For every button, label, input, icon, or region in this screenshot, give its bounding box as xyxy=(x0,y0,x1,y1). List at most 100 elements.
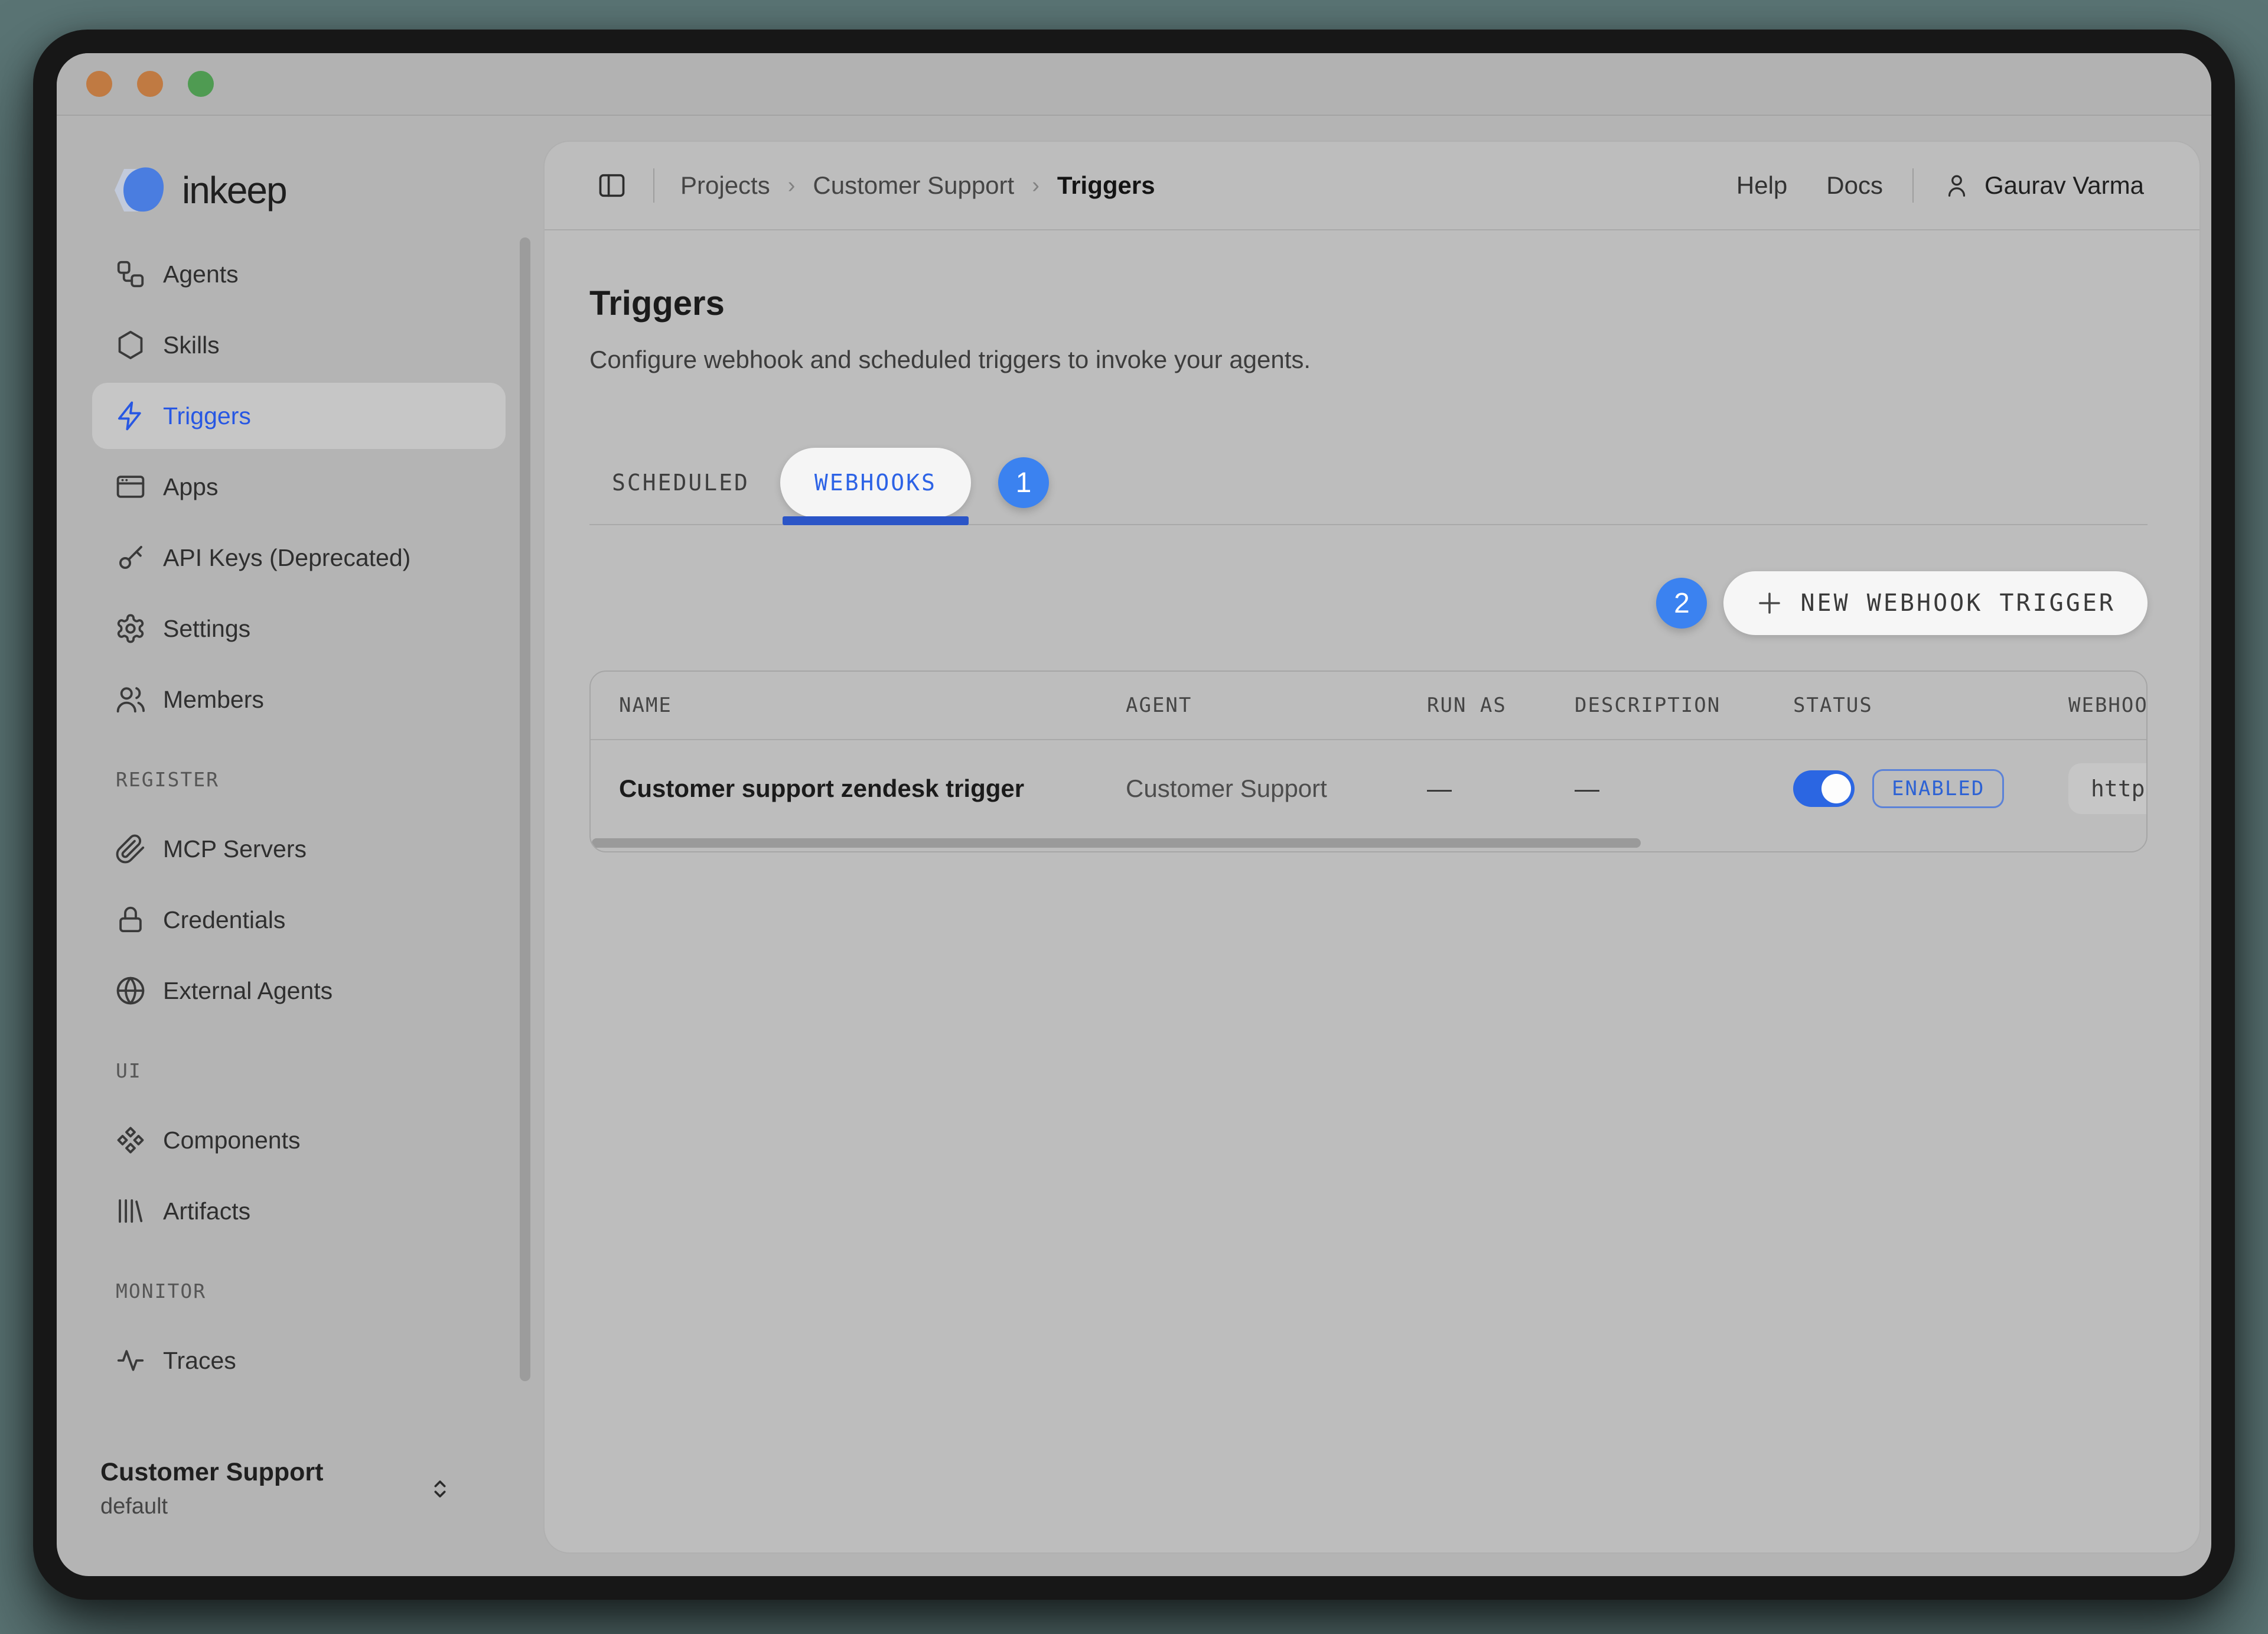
new-webhook-trigger-button[interactable]: NEW WEBHOOK TRIGGER xyxy=(1723,571,2148,635)
sidebar-item-label: Components xyxy=(163,1127,300,1154)
users-icon xyxy=(115,683,146,715)
sidebar-item-traces[interactable]: Traces xyxy=(92,1327,506,1394)
sidebar-section-register: REGISTER xyxy=(116,768,506,791)
chevrons-up-down-icon xyxy=(426,1476,454,1503)
key-icon xyxy=(115,542,146,574)
horizontal-scrollbar[interactable] xyxy=(592,838,1641,848)
sidebar-ui-group: Components Artifacts xyxy=(92,1107,506,1244)
breadcrumb-project[interactable]: Customer Support xyxy=(813,171,1014,200)
sidebar-item-components[interactable]: Components xyxy=(92,1107,506,1173)
trigger-status-cell: ENABLED xyxy=(1793,769,2068,808)
active-tab-indicator xyxy=(783,516,969,525)
project-environment: default xyxy=(100,1494,449,1519)
sidebar-toggle-button[interactable] xyxy=(597,170,627,201)
column-name: NAME xyxy=(619,694,1126,717)
trigger-run-as: — xyxy=(1427,774,1575,803)
sidebar-monitor-group: Traces xyxy=(92,1327,506,1394)
column-run-as: RUN AS xyxy=(1427,694,1575,717)
main-header: Projects › Customer Support › Triggers H… xyxy=(545,142,2199,230)
tab-bar: SCHEDULED WEBHOOKS 1 xyxy=(589,441,2148,525)
sidebar-item-api-keys[interactable]: API Keys (Deprecated) xyxy=(92,525,506,591)
inkeep-wordmark: inkeep xyxy=(182,168,286,212)
activity-icon xyxy=(115,1345,146,1376)
chevron-right-icon: › xyxy=(788,173,796,198)
annotation-badge-2: 2 xyxy=(1656,578,1707,629)
sidebar-item-label: Settings xyxy=(163,615,250,643)
sidebar-item-mcp-servers[interactable]: MCP Servers xyxy=(92,816,506,882)
trigger-webhook-cell: https xyxy=(2068,763,2148,814)
sidebar-item-credentials[interactable]: Credentials xyxy=(92,887,506,953)
sidebar-item-artifacts[interactable]: Artifacts xyxy=(92,1178,506,1244)
user-icon xyxy=(1943,172,1970,199)
toolbar: 2 NEW WEBHOOK TRIGGER xyxy=(589,571,2148,635)
sidebar-item-settings[interactable]: Settings xyxy=(92,595,506,662)
header-actions: Help Docs Gaurav Varma xyxy=(1697,168,2144,203)
plus-icon xyxy=(1755,589,1784,617)
sidebar-item-triggers[interactable]: Triggers xyxy=(92,383,506,449)
project-switcher[interactable]: Customer Support default xyxy=(92,1452,506,1519)
breadcrumb-projects[interactable]: Projects xyxy=(680,171,770,200)
sidebar-item-members[interactable]: Members xyxy=(92,666,506,733)
app-window: inkeep Agents Skills Trig xyxy=(57,53,2211,1576)
toggle-knob xyxy=(1821,774,1851,803)
sidebar-item-external-agents[interactable]: External Agents xyxy=(92,958,506,1024)
column-agent: AGENT xyxy=(1126,694,1427,717)
sidebar-item-agents[interactable]: Agents xyxy=(92,241,506,307)
column-status: STATUS xyxy=(1793,694,2068,717)
sidebar-item-label: Apps xyxy=(163,473,218,501)
sidebar-item-label: MCP Servers xyxy=(163,835,307,863)
window-frame: inkeep Agents Skills Trig xyxy=(33,30,2235,1600)
column-description: DESCRIPTION xyxy=(1575,694,1793,717)
components-icon xyxy=(115,1124,146,1156)
status-badge: ENABLED xyxy=(1872,769,2004,808)
table-row[interactable]: Customer support zendesk trigger Custome… xyxy=(591,740,2146,837)
tab-webhooks[interactable]: WEBHOOKS xyxy=(780,448,971,517)
trigger-name: Customer support zendesk trigger xyxy=(619,774,1126,803)
user-menu[interactable]: Gaurav Varma xyxy=(1943,171,2144,200)
project-name: Customer Support xyxy=(100,1458,449,1487)
window-close-button[interactable] xyxy=(86,71,112,97)
breadcrumb: Projects › Customer Support › Triggers xyxy=(680,171,1155,200)
main-panel: Projects › Customer Support › Triggers H… xyxy=(543,141,2201,1554)
header-divider xyxy=(1912,168,1914,203)
column-webhook: WEBHOO xyxy=(2068,694,2148,717)
sidebar-section-monitor: MONITOR xyxy=(116,1280,506,1303)
paperclip-icon xyxy=(115,833,146,865)
sidebar-scrollbar[interactable] xyxy=(520,237,530,1381)
window-zoom-button[interactable] xyxy=(188,71,214,97)
sidebar-item-skills[interactable]: Skills xyxy=(92,312,506,378)
new-webhook-trigger-label: NEW WEBHOOK TRIGGER xyxy=(1800,590,2116,617)
help-link[interactable]: Help xyxy=(1736,171,1787,200)
status-toggle[interactable] xyxy=(1793,770,1855,807)
zap-icon xyxy=(115,400,146,432)
sidebar-item-label: Artifacts xyxy=(163,1197,250,1225)
user-name: Gaurav Varma xyxy=(1984,171,2144,200)
page-description: Configure webhook and scheduled triggers… xyxy=(589,346,2148,374)
tab-webhooks-wrap: WEBHOOKS xyxy=(780,441,971,524)
globe-icon xyxy=(115,975,146,1007)
tab-scheduled[interactable]: SCHEDULED xyxy=(612,470,750,496)
docs-link[interactable]: Docs xyxy=(1826,171,1883,200)
window-minimize-button[interactable] xyxy=(137,71,163,97)
sidebar-nav: Agents Skills Triggers Apps xyxy=(92,241,506,733)
hexagon-icon xyxy=(115,329,146,361)
trigger-description: — xyxy=(1575,774,1793,803)
sidebar-item-apps[interactable]: Apps xyxy=(92,454,506,520)
triggers-table: NAME AGENT RUN AS DESCRIPTION STATUS WEB… xyxy=(589,670,2148,852)
webhook-url-chip: https xyxy=(2068,763,2148,814)
sidebar-item-label: Skills xyxy=(163,331,220,359)
chevron-right-icon: › xyxy=(1032,173,1040,198)
sidebar-register-group: MCP Servers Credentials External Agents xyxy=(92,816,506,1024)
sidebar-item-label: Credentials xyxy=(163,906,285,934)
lock-icon xyxy=(115,904,146,936)
app-window-icon xyxy=(115,471,146,503)
page-content: Triggers Configure webhook and scheduled… xyxy=(545,230,2199,1552)
desktop-background: inkeep Agents Skills Trig xyxy=(0,0,2268,1634)
window-titlebar xyxy=(57,53,2211,116)
sidebar-item-label: Agents xyxy=(163,261,239,288)
sidebar-item-label: Traces xyxy=(163,1347,236,1375)
workflow-icon xyxy=(115,258,146,290)
sidebar-item-label: Triggers xyxy=(163,402,251,430)
table-header: NAME AGENT RUN AS DESCRIPTION STATUS WEB… xyxy=(591,672,2146,740)
breadcrumb-current: Triggers xyxy=(1057,171,1155,200)
